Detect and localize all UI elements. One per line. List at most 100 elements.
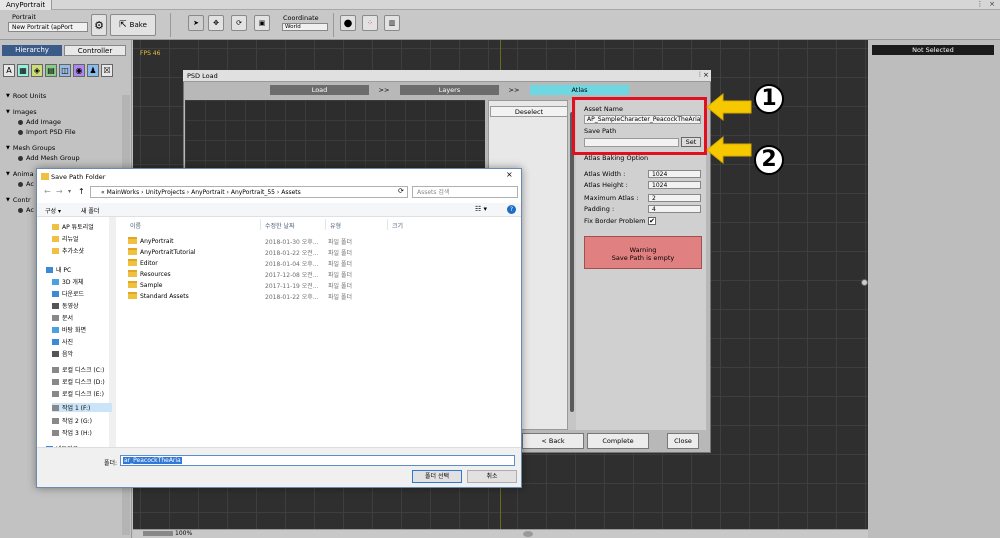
deselect-button[interactable]: Deselect (490, 106, 568, 117)
max-atlas-field[interactable]: 2 (648, 194, 701, 202)
clear-filter-icon[interactable]: ☒ (101, 64, 113, 77)
portrait-select[interactable]: New Portrait (apPort (8, 22, 88, 32)
file-row[interactable]: Editor 2018-01-04 오후... 파일 폴더 (128, 258, 388, 268)
tree-mesh-groups[interactable]: ▼ Mesh Groups (6, 144, 55, 152)
tree-animations[interactable]: ▼ Anima (6, 170, 34, 178)
vertical-scroll-handle[interactable] (861, 279, 868, 286)
step-layers[interactable]: Layers (400, 85, 499, 95)
column-date[interactable]: 수정한 날짜 (265, 221, 295, 230)
tab-controller[interactable]: Controller (64, 45, 126, 56)
close-button[interactable]: Close (667, 433, 699, 449)
new-folder-button[interactable]: 새 폴더 (81, 206, 99, 215)
nav-item[interactable]: 추가소샷 (52, 246, 84, 255)
complete-button[interactable]: Complete (587, 433, 649, 449)
scroll-thumb[interactable] (570, 112, 574, 412)
nav-item[interactable]: 로컬 디스크 (C:) (52, 365, 104, 374)
select-tool-button[interactable]: ➤ (188, 15, 204, 31)
breadcrumb-item[interactable]: MainWorks (107, 189, 140, 196)
atlas-width-select[interactable]: 1024 (648, 170, 701, 178)
close-icon[interactable]: × (988, 1, 996, 8)
mesh-button[interactable]: ▥ (384, 15, 400, 31)
tree-images[interactable]: ▼ Images (6, 108, 37, 116)
step-atlas[interactable]: Atlas (530, 85, 629, 95)
folder-input[interactable]: ar_PeacockTheAria (120, 455, 515, 466)
nav-item[interactable]: 사진 (52, 337, 73, 346)
nav-item[interactable]: 작업 3 (H:) (52, 428, 92, 437)
nav-item[interactable]: 내 PC (46, 265, 71, 274)
forward-arrow-icon[interactable]: → (56, 187, 63, 196)
bake-button[interactable]: ⇱ Bake (110, 14, 156, 36)
nav-item[interactable]: 로컬 디스크 (D:) (52, 377, 105, 386)
back-arrow-icon[interactable]: ← (44, 187, 51, 196)
horizontal-scroll-handle[interactable] (523, 531, 533, 537)
add-controller-item[interactable]: Ac (18, 206, 34, 214)
breadcrumb-item[interactable]: AnyPortrait_55 (231, 189, 275, 196)
column-size[interactable]: 크기 (392, 221, 403, 230)
rig-filter-icon[interactable]: ♟ (87, 64, 99, 77)
nav-item[interactable]: AP 튜토리얼 (52, 222, 94, 231)
zoom-slider[interactable] (143, 531, 173, 536)
coordinate-select[interactable]: World (282, 23, 328, 31)
padding-field[interactable]: 4 (648, 205, 701, 213)
column-name[interactable]: 이름 (130, 221, 141, 230)
psd-close-icon[interactable]: × (703, 71, 709, 79)
text-filter-icon[interactable]: A (3, 64, 15, 77)
address-bar[interactable]: « MainWorks › UnityProjects › AnyPortrai… (90, 186, 408, 198)
import-psd-item[interactable]: Import PSD File (18, 128, 76, 136)
tree-controllers[interactable]: ▼ Contr (6, 196, 31, 204)
fix-border-checkbox[interactable]: ✔ (648, 217, 656, 225)
nav-item[interactable]: 동영상 (52, 301, 79, 310)
refresh-icon[interactable]: ⟳ (398, 187, 404, 195)
organize-button[interactable]: 구성 ▾ (45, 206, 61, 215)
nav-item[interactable]: 로컬 디스크 (E:) (52, 389, 104, 398)
layer-filter-icon[interactable]: ▤ (45, 64, 57, 77)
tree-root-units[interactable]: ▼ Root Units (6, 92, 46, 100)
up-arrow-icon[interactable]: ↑ (78, 187, 85, 196)
view-options-icon[interactable]: ☷ ▾ (475, 205, 487, 213)
nav-item[interactable]: 다운로드 (52, 289, 84, 298)
file-row[interactable]: AnyPortraitTutorial 2018-01-22 오전... 파일 폴더 (128, 247, 388, 257)
add-mesh-group-item[interactable]: Add Mesh Group (18, 154, 80, 162)
atlas-height-select[interactable]: 1024 (648, 181, 701, 189)
image-filter-icon[interactable]: ▦ (17, 64, 29, 77)
breadcrumb-item[interactable]: UnityProjects (145, 189, 184, 196)
nav-item[interactable]: 바탕 화면 (52, 325, 86, 334)
column-type[interactable]: 유형 (330, 221, 341, 230)
nav-item[interactable]: 작업 2 (G:) (52, 416, 92, 425)
nav-item[interactable]: 리뉴얼 (52, 234, 79, 243)
recent-dropdown-icon[interactable]: ▾ (68, 188, 71, 195)
group-filter-icon[interactable]: ◫ (59, 64, 71, 77)
breadcrumb-item[interactable]: AnyPortrait (191, 189, 225, 196)
dialog-close-icon[interactable]: × (506, 170, 513, 179)
settings-button[interactable]: ⚙ (91, 14, 107, 36)
file-row[interactable]: AnyPortrait 2018-01-30 오후... 파일 폴더 (128, 236, 388, 246)
mesh-filter-icon[interactable]: ◈ (31, 64, 43, 77)
nav-item-label: 로컬 디스크 (C:) (62, 367, 105, 374)
onion-button[interactable]: ● (340, 15, 356, 31)
add-animation-item[interactable]: Ac (18, 180, 34, 188)
nav-item[interactable]: 작업 1 (F:) (52, 403, 112, 412)
file-row[interactable]: Sample 2017-11-19 오전... 파일 폴더 (128, 280, 388, 290)
nav-item[interactable]: 음악 (52, 349, 73, 358)
search-input[interactable]: Assets 검색 (412, 186, 518, 198)
cancel-button[interactable]: 취소 (467, 470, 517, 483)
animation-filter-icon[interactable]: ◉ (73, 64, 85, 77)
tab-hierarchy[interactable]: Hierarchy (2, 45, 62, 56)
menu-icon[interactable]: ⋮ (976, 1, 984, 8)
scale-tool-button[interactable]: ▣ (254, 15, 270, 31)
add-image-item[interactable]: Add Image (18, 118, 61, 126)
breadcrumb-overflow[interactable]: « (101, 189, 105, 196)
nav-item[interactable]: 3D 개체 (52, 277, 83, 286)
help-icon[interactable]: ? (507, 205, 516, 214)
rotate-tool-button[interactable]: ⟳ (231, 15, 247, 31)
nav-item[interactable]: 문서 (52, 313, 73, 322)
breadcrumb-item[interactable]: Assets (281, 189, 301, 196)
file-row[interactable]: Resources 2017-12-08 오전... 파일 폴더 (128, 269, 388, 279)
bone-button[interactable]: ⁘ (362, 15, 378, 31)
move-tool-button[interactable]: ✥ (208, 15, 224, 31)
nav-scrollbar[interactable] (109, 217, 116, 447)
back-button[interactable]: < Back (522, 433, 584, 449)
step-load[interactable]: Load (270, 85, 369, 95)
select-folder-button[interactable]: 폴더 선택 (412, 470, 462, 483)
file-row[interactable]: Standard Assets 2018-01-22 오후... 파일 폴더 (128, 291, 388, 301)
